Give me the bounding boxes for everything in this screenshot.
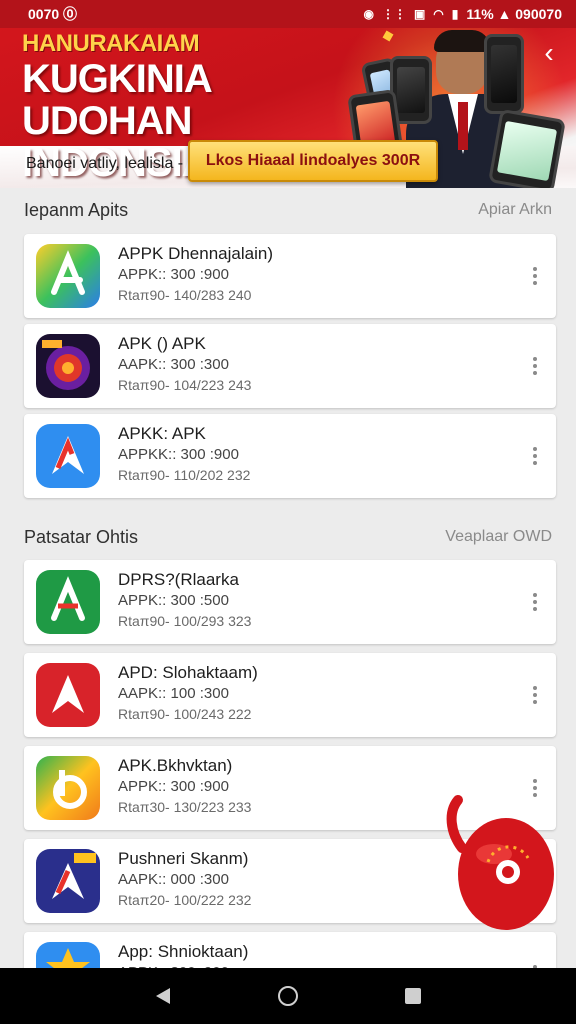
home-icon[interactable] (268, 976, 308, 1016)
more-vert-icon[interactable] (528, 264, 542, 288)
app-meta: Rtaπ30- 130/223 233 (118, 799, 252, 815)
app-list-item[interactable]: APK () APK AAPK:: 300 :300 Rtaπ90- 104/2… (24, 324, 556, 408)
section-title: Patsatar Ohtis (24, 526, 139, 547)
status-bar: 0070 ⓪ ◉ ⋮⋮ ▣ ◠ ▮ 11% ▲ 090070 (0, 0, 576, 28)
vibrate-icon: ⋮⋮ (381, 7, 406, 21)
app-name: APK.Bkhvktan) (118, 756, 233, 775)
banner-subtitle: Banoei vatliy, lealisla - (26, 155, 184, 172)
more-vert-icon[interactable] (528, 683, 542, 707)
status-icons: ◉ ⋮⋮ ▣ ◠ ▮ 11% ▲ 090070 (363, 6, 562, 22)
app-icon (36, 424, 100, 488)
app-icon (36, 570, 100, 634)
section-header-2: Patsatar Ohtis Veaplaar OWD (24, 525, 552, 549)
app-list-item[interactable]: APPK Dhennajalain) APPK:: 300 :900 Rtaπ9… (24, 234, 556, 318)
app-name: APKK: APK (118, 424, 206, 443)
app-size: AAPK:: 300 :300 (118, 356, 229, 373)
app-size: APPKK:: 300 :900 (118, 446, 239, 463)
person-tie (458, 102, 468, 150)
more-vert-icon[interactable] (528, 354, 542, 378)
more-vert-icon[interactable] (528, 444, 542, 468)
phone-image (488, 108, 566, 188)
app-icon (36, 849, 100, 913)
person-hair (434, 30, 490, 52)
app-name: App: Shnioktaan) (118, 942, 249, 961)
app-meta: Rtaπ90- 100/243 222 (118, 706, 252, 722)
chevron-left-icon[interactable]: ‹ (534, 38, 564, 68)
promo-banner[interactable]: HANURAKAIAM KUGKINIA UDOHAN INDONSIA Ban… (0, 28, 576, 188)
app-icon (36, 663, 100, 727)
app-icon (36, 244, 100, 308)
app-icon (36, 756, 100, 820)
app-size: AAPK:: 000 :300 (118, 871, 229, 888)
banner-title-line1: KUGKINIA UDOHAN (22, 57, 211, 143)
back-icon[interactable] (143, 976, 183, 1016)
nfc-icon: ▣ (413, 7, 426, 21)
app-size: AAPK:: 100 :300 (118, 685, 229, 702)
app-name: DPRS?(Rlaarka (118, 570, 239, 589)
app-list-item[interactable]: APKK: APK APPKK:: 300 :900 Rtaπ90- 110/2… (24, 414, 556, 498)
banner-kicker: HANURAKAIAM (22, 30, 200, 57)
recents-icon[interactable] (393, 976, 433, 1016)
app-icon (36, 334, 100, 398)
app-name: APD: Slohaktaam) (118, 663, 258, 682)
wifi-icon: ◠ (433, 7, 444, 21)
section-see-all-link[interactable]: Apiar Arkn (478, 201, 552, 219)
app-name: APK () APK (118, 334, 206, 353)
notification-icon: ◉ (363, 7, 374, 21)
app-meta: Rtaπ90- 110/202 232 (118, 467, 251, 483)
app-list-item[interactable]: APD: Slohaktaam) AAPK:: 100 :300 Rtaπ90-… (24, 653, 556, 737)
app-meta: Rtaπ90- 140/283 240 (118, 287, 252, 303)
app-size: APPK:: 300 :500 (118, 592, 229, 609)
app-size: APPK:: 300 :900 (118, 266, 229, 283)
section-see-all-link[interactable]: Veaplaar OWD (445, 528, 552, 546)
status-battery-text: 11% ▲ 090070 (466, 6, 562, 22)
app-meta: Rtaπ90- 100/293 323 (118, 613, 252, 629)
section-header-1: Iepanm Apits Apiar Arkn (24, 198, 552, 222)
app-name: Pushneri Skanm) (118, 849, 249, 868)
app-meta: Rtaπ20- 100/222 232 (118, 892, 252, 908)
app-name: APPK Dhennajalain) (118, 244, 273, 263)
promo-badge[interactable]: Lkos Hiaaal lindoalyes 300R (188, 140, 438, 182)
section-title: Iepanm Apits (24, 199, 129, 220)
app-meta: Rtaπ90- 104/223 243 (118, 377, 252, 393)
floating-assistant-button[interactable] (444, 792, 556, 932)
system-nav-bar (0, 968, 576, 1024)
app-size: APPK:: 300 :900 (118, 778, 229, 795)
status-time: 0070 ⓪ (28, 6, 78, 22)
phone-image (484, 34, 524, 114)
more-vert-icon[interactable] (528, 590, 542, 614)
app-list-item[interactable]: DPRS?(Rlaarka APPK:: 300 :500 Rtaπ90- 10… (24, 560, 556, 644)
signal-icon: ▮ (451, 7, 459, 21)
